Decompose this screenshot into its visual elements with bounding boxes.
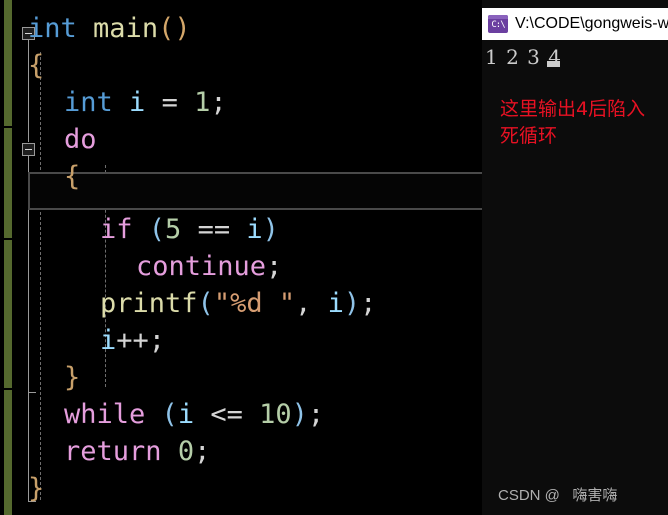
code-token: "%d " xyxy=(213,288,296,319)
change-bar-segment xyxy=(4,0,12,126)
console-body[interactable]: 1 2 3 4 这里输出4后陷入死循环 CSDN @ 嗨害嗨 xyxy=(482,40,668,515)
code-token: while xyxy=(64,399,146,430)
code-token: continue xyxy=(136,251,267,282)
change-bar-segment xyxy=(4,390,12,515)
code-token: { xyxy=(28,50,45,81)
code-line-10[interactable]: while (i <= 10); xyxy=(64,396,324,433)
code-token: ( xyxy=(148,214,166,245)
code-token: ( xyxy=(161,399,178,430)
code-token: , xyxy=(295,288,312,319)
code-line-9[interactable]: } xyxy=(64,359,80,396)
code-line-12[interactable]: } xyxy=(28,470,44,507)
code-line-3[interactable]: do xyxy=(64,121,97,158)
code-token: i xyxy=(129,87,146,118)
code-line-4[interactable]: { xyxy=(64,158,80,195)
code-token: int xyxy=(28,13,77,44)
code-token: i xyxy=(177,399,195,430)
change-bar-segment xyxy=(4,240,12,388)
code-token: { xyxy=(64,161,81,192)
code-token: i xyxy=(246,214,263,245)
code-line-5[interactable]: if (5 == i) xyxy=(100,211,279,248)
code-line-6[interactable]: continue; xyxy=(136,248,282,285)
code-token: == xyxy=(181,214,247,245)
console-title-bar[interactable]: C:\ V:\CODE\gongweis-w xyxy=(482,8,668,40)
code-line-2[interactable]: int i = 1; xyxy=(64,84,227,121)
code-token: ; xyxy=(148,325,166,356)
annotation-note: 这里输出4后陷入死循环 xyxy=(500,98,646,147)
code-token: main xyxy=(93,13,159,44)
code-token: if xyxy=(100,214,133,245)
code-token: i xyxy=(100,325,117,356)
code-line-8[interactable]: i++; xyxy=(100,322,165,359)
code-line-7[interactable]: printf("%d ", i); xyxy=(100,285,376,322)
indent-guide xyxy=(40,52,41,500)
code-token: int xyxy=(64,87,113,118)
code-token: return xyxy=(64,436,162,467)
code-token: ) xyxy=(343,288,361,319)
code-token: } xyxy=(64,362,81,393)
console-window[interactable]: C:\ V:\CODE\gongweis-w 1 2 3 4 这里输出4后陷入死… xyxy=(482,0,668,515)
fold-guide-line xyxy=(28,156,29,392)
current-line-highlight xyxy=(28,172,482,210)
command-prompt-icon: C:\ xyxy=(488,15,508,33)
code-token: i xyxy=(327,288,344,319)
code-token: ; xyxy=(194,436,211,467)
code-token: ; xyxy=(307,399,325,430)
code-token: 1 xyxy=(194,87,211,118)
code-token: ++ xyxy=(116,325,149,356)
code-line-1[interactable]: { xyxy=(28,47,44,84)
code-token: ; xyxy=(360,288,377,319)
fold-end-tick xyxy=(28,392,36,393)
watermark-text: CSDN @ 嗨害嗨 xyxy=(498,487,618,504)
code-token: printf xyxy=(100,288,198,319)
code-token: 0 xyxy=(177,436,195,467)
code-token: } xyxy=(28,473,45,504)
fold-toggle-do[interactable] xyxy=(22,143,35,156)
code-token: () xyxy=(158,13,191,44)
code-token: ; xyxy=(266,251,283,282)
code-token: 5 xyxy=(165,214,182,245)
code-token: 10 xyxy=(259,399,292,430)
screenshot-root: int main() { int i = 1; do { if (5 == i)… xyxy=(0,0,668,515)
code-token: ( xyxy=(197,288,214,319)
command-prompt-icon-glyph: C:\ xyxy=(491,20,505,30)
console-cursor xyxy=(547,61,560,67)
code-editor-pane[interactable]: int main() { int i = 1; do { if (5 == i)… xyxy=(0,0,482,515)
code-token: do xyxy=(64,124,97,155)
change-bar-segment xyxy=(4,128,12,238)
code-token: <= xyxy=(194,399,260,430)
code-line-11[interactable]: return 0; xyxy=(64,433,210,470)
code-token: ) xyxy=(262,214,279,245)
code-token: ) xyxy=(291,399,308,430)
code-token: ; xyxy=(210,87,227,118)
console-title-text: V:\CODE\gongweis-w xyxy=(515,15,668,32)
code-token: = xyxy=(161,87,178,118)
code-line-0[interactable]: int main() xyxy=(28,10,191,47)
